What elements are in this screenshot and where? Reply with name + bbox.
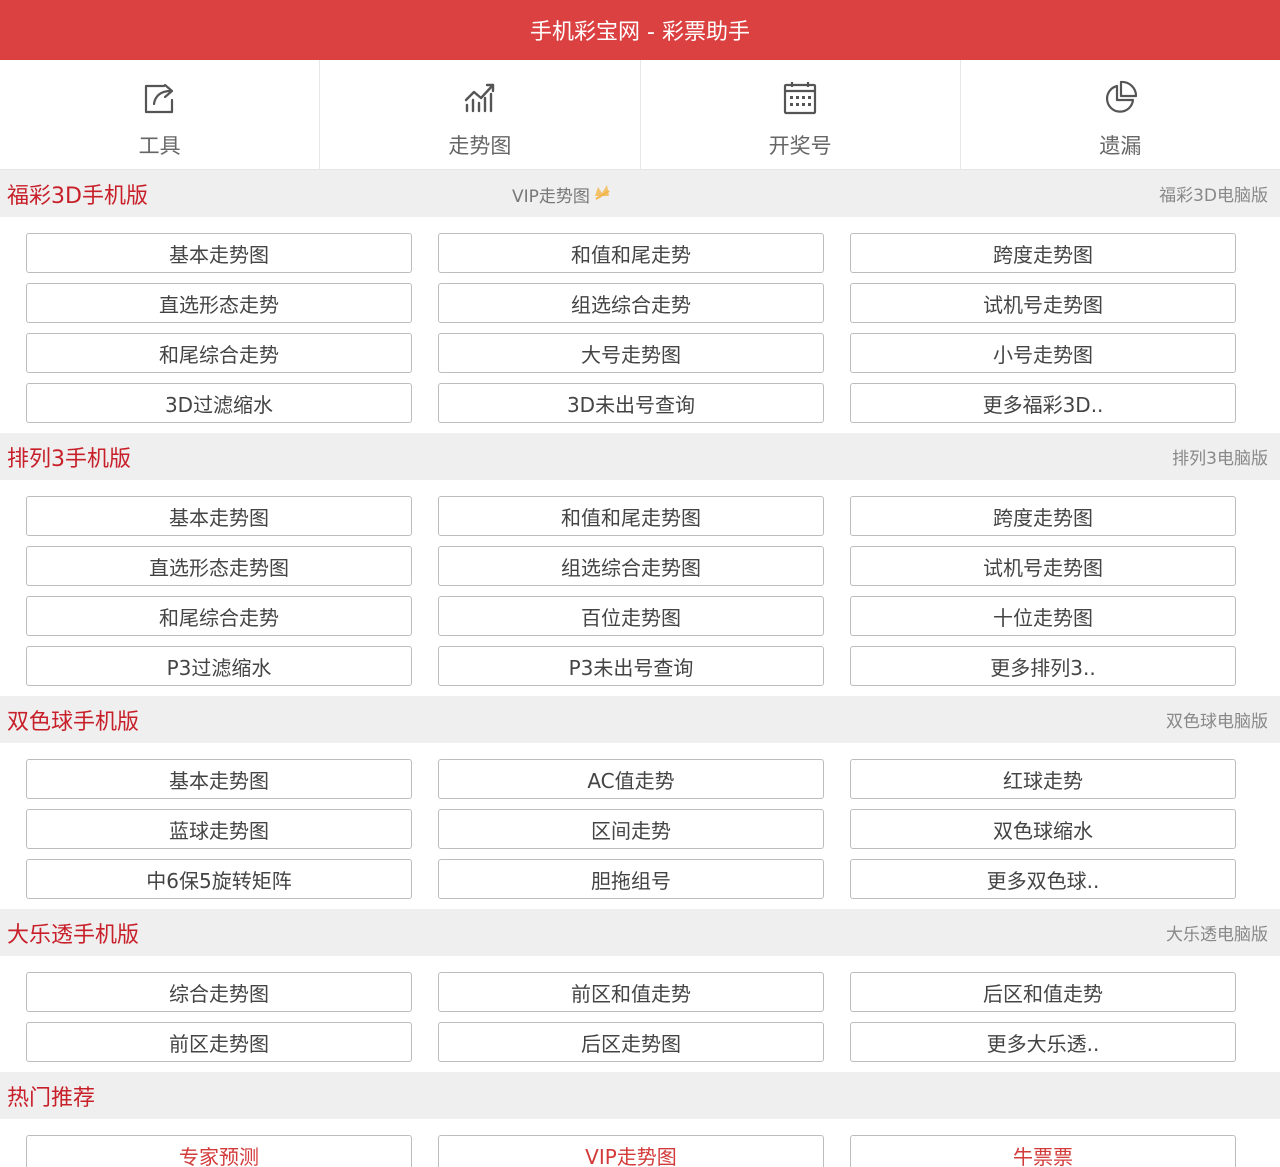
grid-button[interactable]: 3D过滤缩水	[26, 383, 412, 423]
vip-trend-label: VIP走势图	[512, 187, 590, 207]
desktop-version-link[interactable]: 双色球电脑版	[1166, 707, 1268, 732]
vip-trend-link[interactable]: VIP走势图	[512, 182, 612, 207]
more-button[interactable]: 更多福彩3D..	[850, 383, 1236, 423]
section-header-ssq: 双色球手机版 双色球电脑版	[0, 696, 1280, 743]
nav-missing[interactable]: 遗漏	[959, 60, 1280, 169]
section-title[interactable]: 排列3手机版	[7, 441, 131, 473]
top-nav: 工具 走势图 开奖号 遗漏	[0, 60, 1280, 170]
grid-button[interactable]: 十位走势图	[850, 596, 1236, 636]
section-header-pl3: 排列3手机版 排列3电脑版	[0, 433, 1280, 480]
desktop-version-link[interactable]: 福彩3D电脑版	[1159, 181, 1268, 206]
grid-button[interactable]: 3D未出号查询	[438, 383, 824, 423]
grid-button[interactable]: 后区走势图	[438, 1022, 824, 1062]
grid-button[interactable]: P3过滤缩水	[26, 646, 412, 686]
app-header: 手机彩宝网 - 彩票助手	[0, 0, 1280, 60]
grid-button[interactable]: 直选形态走势图	[26, 546, 412, 586]
nav-label: 开奖号	[768, 134, 832, 158]
section-header-dlt: 大乐透手机版 大乐透电脑版	[0, 909, 1280, 956]
button-grid-hot: 专家预测 VIP走势图 牛票票	[0, 1119, 1280, 1167]
expert-prediction-button[interactable]: 专家预测	[26, 1135, 412, 1167]
section-title[interactable]: 大乐透手机版	[7, 917, 139, 949]
grid-button[interactable]: 前区和值走势	[438, 972, 824, 1012]
grid-button[interactable]: 基本走势图	[26, 759, 412, 799]
chart-icon	[460, 78, 500, 122]
grid-button[interactable]: 胆拖组号	[438, 859, 824, 899]
nav-label: 工具	[138, 134, 181, 158]
grid-button[interactable]: 和尾综合走势	[26, 596, 412, 636]
grid-button[interactable]: 大号走势图	[438, 333, 824, 373]
grid-button[interactable]: 试机号走势图	[850, 283, 1236, 323]
grid-button[interactable]: 直选形态走势	[26, 283, 412, 323]
app-title: 手机彩宝网 - 彩票助手	[530, 20, 750, 45]
grid-button[interactable]: 红球走势	[850, 759, 1236, 799]
grid-button[interactable]: 和尾综合走势	[26, 333, 412, 373]
section-title: 热门推荐	[7, 1085, 96, 1111]
grid-button[interactable]: 试机号走势图	[850, 546, 1236, 586]
section-title[interactable]: 双色球手机版	[7, 704, 139, 736]
grid-button[interactable]: 双色球缩水	[850, 809, 1236, 849]
grid-button[interactable]: 和值和尾走势图	[438, 496, 824, 536]
section-header-hot: 热门推荐	[0, 1072, 1280, 1119]
grid-button[interactable]: 跨度走势图	[850, 496, 1236, 536]
pie-chart-icon	[1100, 78, 1140, 122]
vip-crown-icon	[590, 182, 612, 207]
desktop-version-link[interactable]: 排列3电脑版	[1172, 444, 1268, 469]
grid-button[interactable]: AC值走势	[438, 759, 824, 799]
button-grid-ssq: 基本走势图 AC值走势 红球走势 蓝球走势图 区间走势 双色球缩水 中6保5旋转…	[0, 743, 1280, 909]
more-button[interactable]: 更多大乐透..	[850, 1022, 1236, 1062]
grid-button[interactable]: 中6保5旋转矩阵	[26, 859, 412, 899]
nav-trend[interactable]: 走势图	[319, 60, 639, 169]
grid-button[interactable]: 前区走势图	[26, 1022, 412, 1062]
nav-label: 走势图	[448, 134, 512, 158]
button-grid-dlt: 综合走势图 前区和值走势 后区和值走势 前区走势图 后区走势图 更多大乐透..	[0, 956, 1280, 1072]
section-title[interactable]: 福彩3D手机版	[7, 178, 148, 210]
calendar-icon	[780, 78, 820, 122]
grid-button[interactable]: 蓝球走势图	[26, 809, 412, 849]
grid-button[interactable]: 基本走势图	[26, 496, 412, 536]
grid-button[interactable]: 综合走势图	[26, 972, 412, 1012]
grid-button[interactable]: 组选综合走势图	[438, 546, 824, 586]
grid-button[interactable]: 后区和值走势	[850, 972, 1236, 1012]
grid-button[interactable]: 组选综合走势	[438, 283, 824, 323]
more-button[interactable]: 更多排列3..	[850, 646, 1236, 686]
nav-draw-numbers[interactable]: 开奖号	[639, 60, 960, 169]
grid-button[interactable]: 跨度走势图	[850, 233, 1236, 273]
nav-tools[interactable]: 工具	[0, 60, 319, 169]
grid-button[interactable]: P3未出号查询	[438, 646, 824, 686]
grid-button[interactable]: 基本走势图	[26, 233, 412, 273]
button-grid-fc3d: 基本走势图 和值和尾走势 跨度走势图 直选形态走势 组选综合走势 试机号走势图 …	[0, 217, 1280, 433]
vip-trend-button[interactable]: VIP走势图	[438, 1135, 824, 1167]
nav-label: 遗漏	[1099, 134, 1142, 158]
share-icon	[140, 78, 180, 122]
button-grid-pl3: 基本走势图 和值和尾走势图 跨度走势图 直选形态走势图 组选综合走势图 试机号走…	[0, 480, 1280, 696]
niupiaopiao-button[interactable]: 牛票票	[850, 1135, 1236, 1167]
grid-button[interactable]: 小号走势图	[850, 333, 1236, 373]
more-button[interactable]: 更多双色球..	[850, 859, 1236, 899]
desktop-version-link[interactable]: 大乐透电脑版	[1166, 920, 1268, 945]
grid-button[interactable]: 百位走势图	[438, 596, 824, 636]
grid-button[interactable]: 区间走势	[438, 809, 824, 849]
grid-button[interactable]: 和值和尾走势	[438, 233, 824, 273]
section-header-fc3d: 福彩3D手机版 VIP走势图 福彩3D电脑版	[0, 170, 1280, 217]
